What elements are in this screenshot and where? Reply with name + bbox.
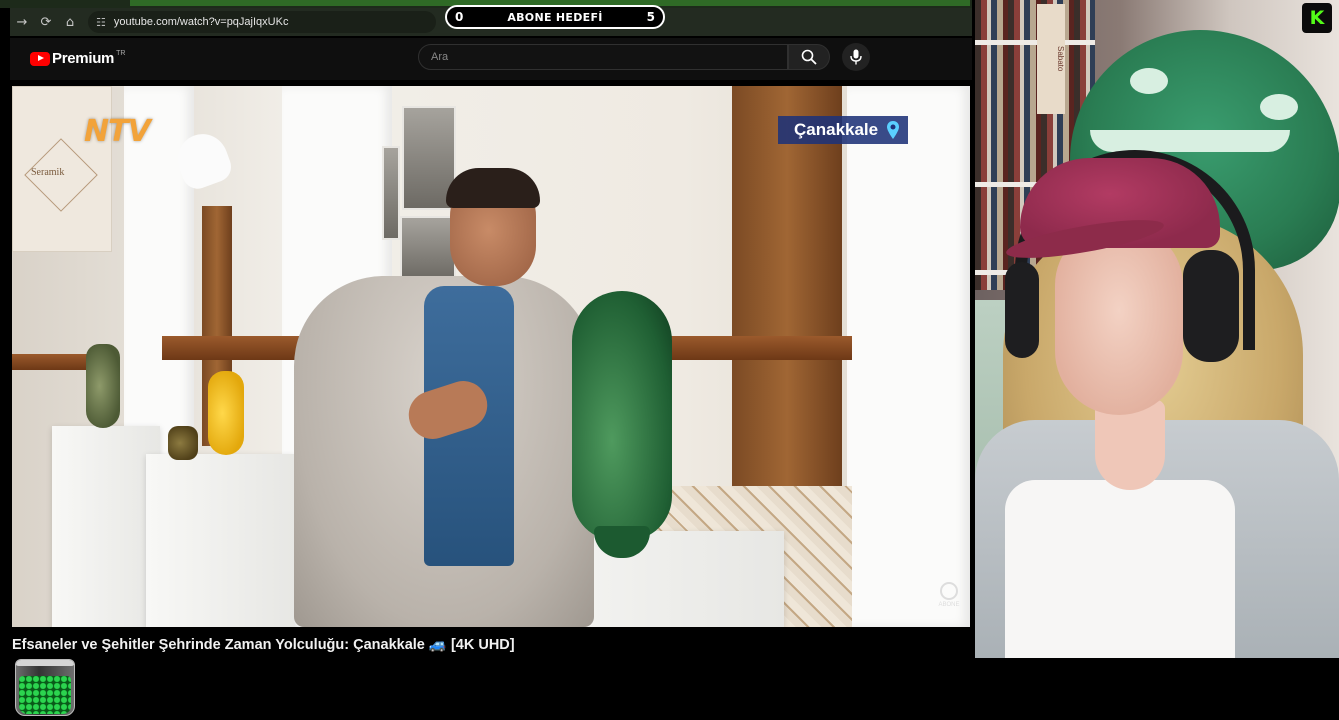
olive-ceramic-jug [86, 344, 120, 428]
wooden-door-right [732, 86, 842, 516]
jar-green-beans [19, 676, 71, 714]
streamer-top [1005, 480, 1235, 658]
framed-photo-3 [400, 216, 456, 280]
home-icon[interactable]: ⌂ [58, 10, 82, 34]
dinosaur-eye [1260, 94, 1298, 120]
youtube-play-icon [30, 51, 50, 66]
headset-left-cup [1005, 262, 1039, 358]
bean-jar-overlay [15, 659, 75, 716]
poster-text: Seramik [31, 167, 65, 178]
search-icon [801, 49, 817, 65]
white-pillar-right [847, 86, 970, 627]
youtube-header: Premium TR Ara [10, 38, 972, 80]
region-code: TR [116, 50, 126, 57]
goal-current-count: 0 [455, 10, 464, 24]
exhibition-poster: Seramik [12, 86, 112, 252]
presenter-hair [446, 168, 540, 208]
youtube-brand-text: Premium [52, 50, 115, 67]
kick-logo: K [1302, 3, 1332, 33]
dinosaur-eye [1130, 68, 1168, 94]
voice-search-button[interactable] [842, 43, 870, 71]
yellow-ceramic-jug [208, 371, 244, 455]
subscribe-watermark-text: ABONE [938, 602, 960, 608]
video-player[interactable]: Seramik NTV Çanakkale ABONE [12, 86, 970, 627]
dinosaur-teeth [1090, 130, 1290, 152]
headset-right-cup [1183, 250, 1239, 362]
site-settings-icon[interactable]: ☷ [96, 16, 106, 29]
green-ceramic-vase [572, 291, 672, 541]
jar-lid [16, 660, 74, 666]
location-tag: Çanakkale [778, 116, 909, 144]
search-input[interactable]: Ara [418, 44, 788, 70]
map-pin-icon [887, 121, 900, 139]
youtube-premium-logo[interactable]: Premium TR [30, 50, 125, 67]
location-name: Çanakkale [794, 120, 879, 139]
subscribe-watermark[interactable]: ABONE [936, 582, 962, 608]
goal-label: ABONE HEDEFİ [507, 10, 603, 24]
ntv-logo: NTV [84, 114, 151, 149]
small-ceramic-figure [168, 426, 198, 460]
subscribe-circle-icon [940, 582, 958, 600]
book-spine: Sabato [1037, 4, 1065, 114]
subscriber-goal-overlay: 0 ABONE HEDEFİ 5 [445, 5, 665, 29]
search-button[interactable] [788, 44, 830, 70]
webcam-feed: Sabato [975, 0, 1339, 658]
shelf-board [975, 40, 1095, 45]
pedestal-2 [146, 454, 294, 627]
below-video-area [0, 658, 972, 720]
reload-icon[interactable]: ⟳ [34, 10, 58, 34]
video-title: Efsaneler ve Şehitler Şehrinde Zaman Yol… [12, 637, 515, 653]
forward-arrow-icon[interactable]: → [10, 10, 34, 34]
goal-target-count: 5 [646, 10, 655, 24]
pedestal-1 [52, 426, 160, 627]
search-placeholder: Ara [431, 51, 449, 63]
mic-icon [850, 49, 862, 65]
url-text: youtube.com/watch?v=pqJajIqxUKc [113, 16, 289, 28]
framed-photo-2 [382, 146, 400, 240]
address-bar[interactable]: ☷ youtube.com/watch?v=pqJajIqxUKc [88, 11, 436, 33]
